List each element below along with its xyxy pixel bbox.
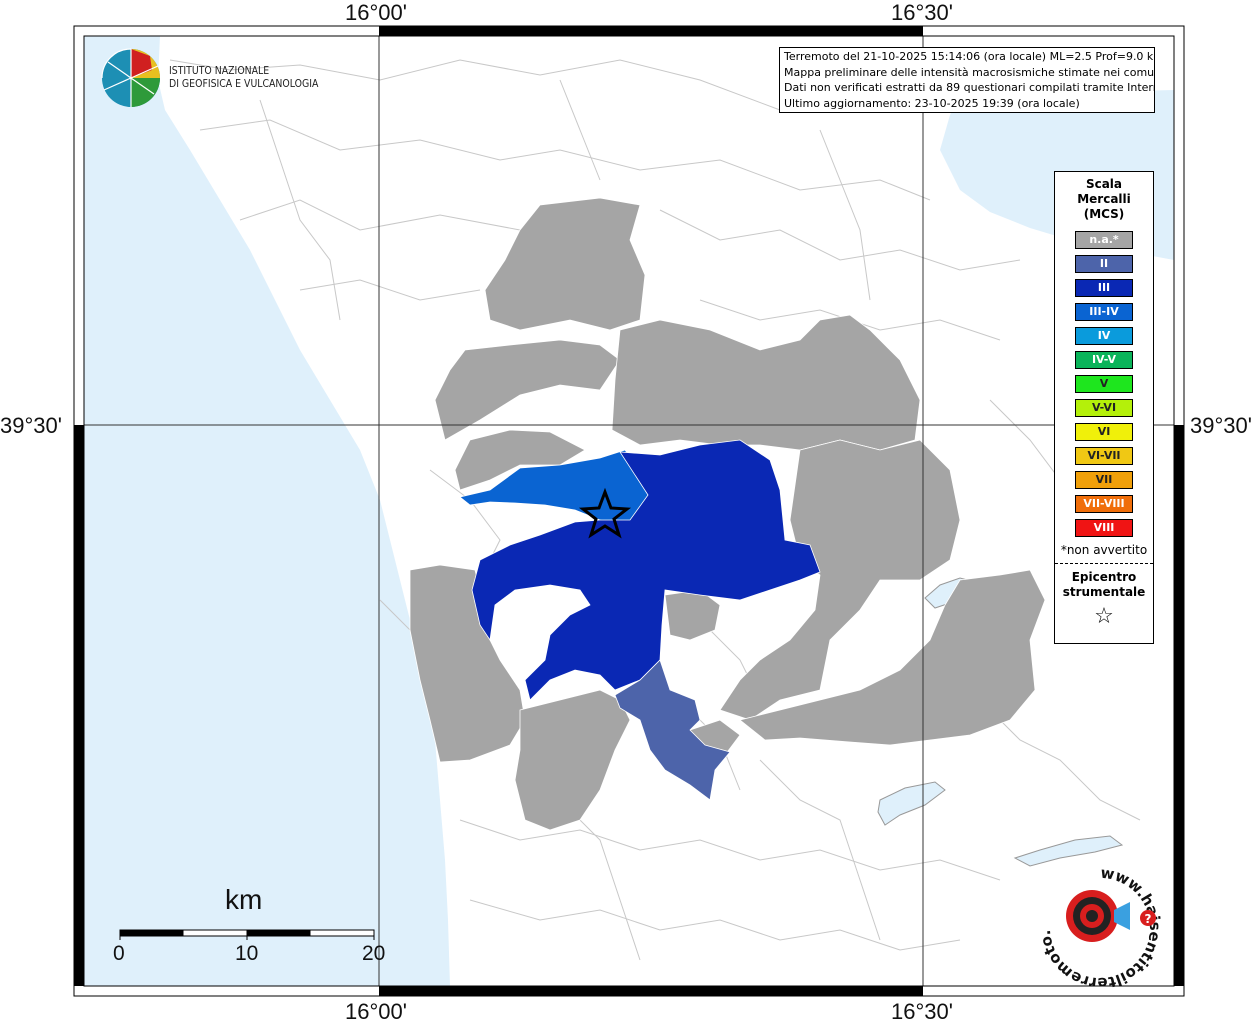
legend-star-icon: ☆ bbox=[1094, 604, 1114, 629]
legend-epicenter-line-1: Epicentro bbox=[1071, 570, 1137, 584]
scale-tick-20: 20 bbox=[362, 942, 386, 965]
coord-left-39-30: 39°30' bbox=[0, 413, 62, 438]
ingv-logo-icon bbox=[101, 48, 160, 107]
legend-item-iii-iv: III-IV bbox=[1075, 303, 1133, 321]
legend-item-v-vi: V-VI bbox=[1075, 399, 1133, 417]
legend-title-line-1: Scala bbox=[1085, 177, 1123, 191]
coord-top-16-00: 16°00' bbox=[345, 0, 407, 25]
legend-item-vii-viii: VII-VIII bbox=[1075, 495, 1133, 513]
legend-note: *non avvertito bbox=[1060, 543, 1148, 557]
mcs-legend: Scala Mercalli (MCS) n.a.* II III III-IV IV I… bbox=[1054, 171, 1154, 644]
legend-epicenter-label: Epicentro strumentale bbox=[1055, 570, 1153, 600]
info-line-questionnaires: Dati non verificati estratti da 89 quest… bbox=[784, 81, 1155, 94]
logo-line-2: DI GEOFISICA E VULCANOLOGIA bbox=[169, 77, 319, 90]
legend-item-vii: VII bbox=[1075, 471, 1133, 489]
scale-tick-0: 0 bbox=[113, 942, 125, 965]
earthquake-info-box: Terremoto del 21-10-2025 15:14:06 (ora l… bbox=[779, 47, 1155, 113]
legend-item-v: V bbox=[1075, 375, 1133, 393]
badge-question: ? bbox=[1145, 912, 1152, 926]
logo-line-1: ISTITUTO NAZIONALE bbox=[169, 64, 270, 77]
ingv-logo-text: ISTITUTO NAZIONALE DI GEOFISICA E VULCAN… bbox=[169, 64, 318, 90]
info-line-update: Ultimo aggiornamento: 23-10-2025 19:39 (… bbox=[784, 96, 1080, 110]
haisentito-badge-icon: www.haisentitoilterremoto.it ? bbox=[1036, 864, 1170, 990]
info-line-event: Terremoto del 21-10-2025 15:14:06 (ora l… bbox=[784, 50, 1155, 63]
legend-item-iv: IV bbox=[1075, 327, 1133, 345]
info-line-description: Mappa preliminare delle intensità macros… bbox=[784, 65, 1155, 79]
legend-item-viii: VIII bbox=[1075, 519, 1133, 537]
coord-right-39-30: 39°30' bbox=[1190, 413, 1252, 438]
legend-rows: n.a.* II III III-IV IV IV-V V V-VI VI VI-VII VII VI… bbox=[1055, 231, 1153, 537]
legend-item-n-a: n.a.* bbox=[1075, 231, 1133, 249]
legend-item-ii: II bbox=[1075, 255, 1133, 273]
legend-item-iv-v: IV-V bbox=[1075, 351, 1133, 369]
legend-separator bbox=[1055, 563, 1153, 564]
coord-top-16-30: 16°30' bbox=[891, 0, 953, 25]
legend-item-iii: III bbox=[1075, 279, 1133, 297]
legend-item-vi-vii: VI-VII bbox=[1075, 447, 1133, 465]
legend-title-line-3: (MCS) bbox=[1083, 207, 1125, 221]
scale-tick-10: 10 bbox=[235, 942, 259, 965]
legend-title: Scala Mercalli (MCS) bbox=[1055, 177, 1153, 222]
legend-epicenter-line-2: strumentale bbox=[1062, 585, 1146, 599]
scale-bar-unit: km bbox=[225, 884, 263, 915]
legend-title-line-2: Mercalli bbox=[1077, 192, 1131, 206]
coord-bottom-16-30: 16°30' bbox=[891, 999, 953, 1024]
coord-bottom-16-00: 16°00' bbox=[345, 999, 407, 1024]
legend-item-vi: VI bbox=[1075, 423, 1133, 441]
